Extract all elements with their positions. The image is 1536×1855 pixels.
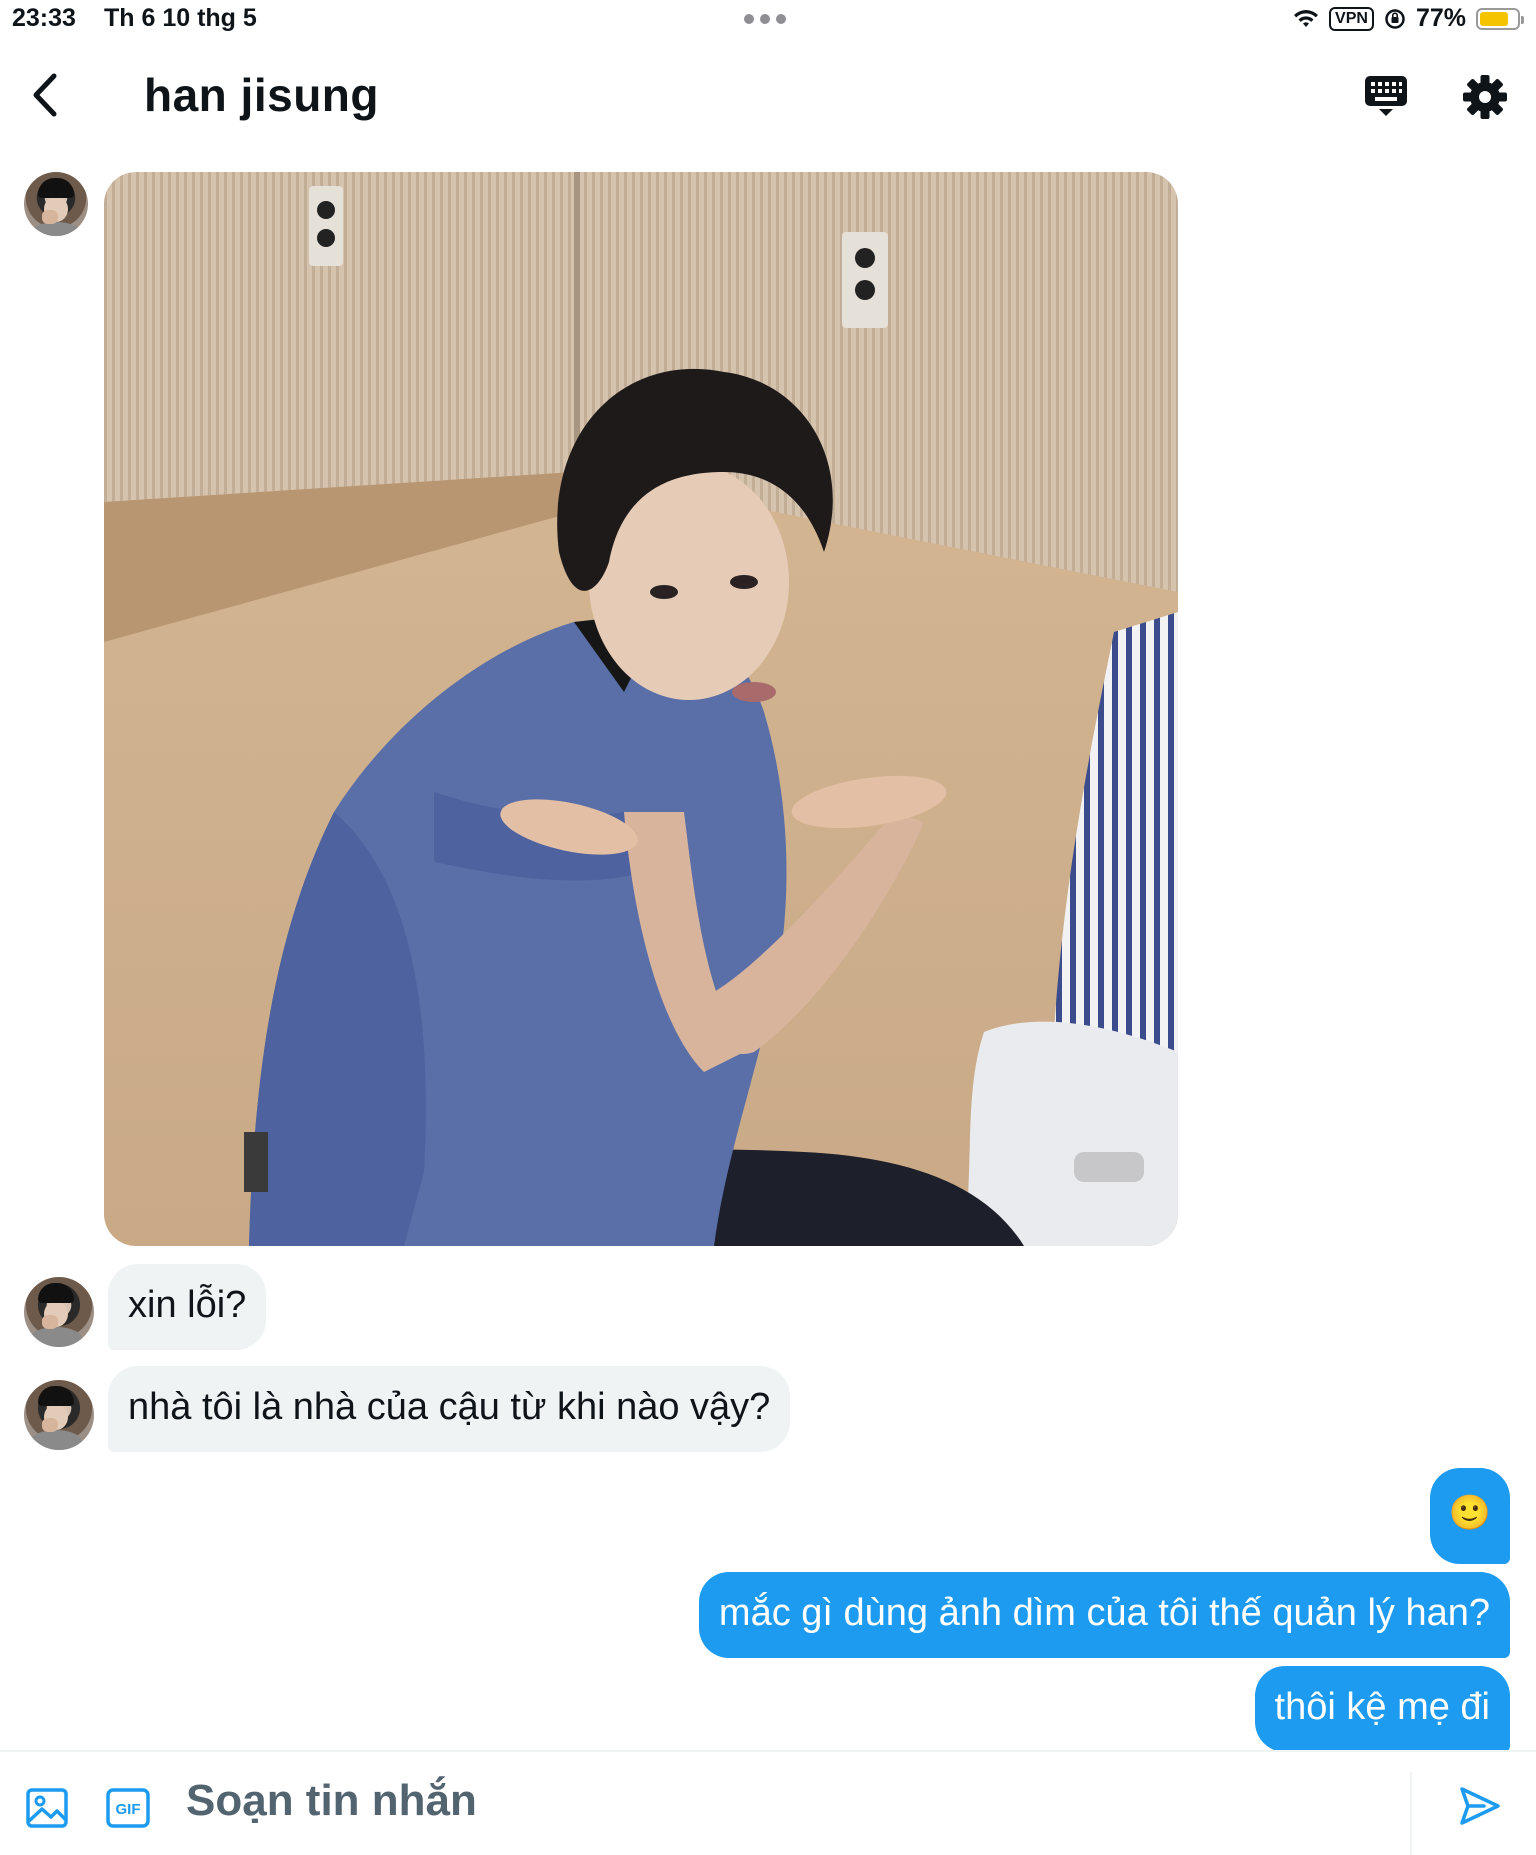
back-arrow-icon[interactable]: [26, 72, 66, 118]
wifi-icon: [1294, 9, 1319, 27]
status-date: Th 6 10 thg 5: [104, 4, 257, 32]
conversation-title[interactable]: han jisung: [144, 68, 379, 122]
photo-image: [104, 172, 1178, 1246]
smile-emoji: 🙂: [1448, 1494, 1492, 1532]
status-indicators: VPN 77%: [1293, 4, 1524, 33]
gif-label: GIF: [116, 1801, 141, 1818]
compose-message-input[interactable]: Soạn tin nhắn: [186, 1776, 477, 1826]
battery-icon: [1476, 7, 1524, 30]
sender-avatar[interactable]: [24, 1277, 94, 1347]
send-icon[interactable]: [1458, 1784, 1502, 1828]
gif-icon[interactable]: GIF: [106, 1788, 150, 1828]
vpn-badge: VPN: [1329, 6, 1374, 31]
sent-emoji-message[interactable]: 🙂: [1430, 1468, 1510, 1564]
message-composer: GIF Soạn tin nhắn: [0, 1750, 1536, 1855]
image-icon[interactable]: [26, 1788, 68, 1828]
multitasking-dots-icon[interactable]: [744, 14, 786, 24]
orientation-lock-icon: [1385, 8, 1405, 29]
keyboard-icon[interactable]: [1364, 74, 1408, 118]
received-message[interactable]: xin lỗi?: [108, 1264, 267, 1350]
settings-gear-icon[interactable]: [1462, 74, 1508, 120]
composer-divider: [1410, 1772, 1412, 1855]
status-bar: 23:33 Th 6 10 thg 5 VPN 77%: [0, 0, 1536, 40]
photo-message[interactable]: [104, 172, 1178, 1246]
status-time: 23:33: [12, 4, 76, 32]
received-message[interactable]: nhà tôi là nhà của cậu từ khi nào vậy?: [108, 1366, 791, 1452]
conversation-header: han jisung: [0, 50, 1536, 140]
sent-message[interactable]: thôi kệ mẹ đi: [1254, 1666, 1510, 1752]
battery-percent: 77%: [1415, 4, 1466, 32]
sender-avatar[interactable]: [24, 1380, 94, 1450]
battery-level: [1480, 11, 1508, 26]
sent-message[interactable]: mắc gì dùng ảnh dìm của tôi thế quản lý …: [698, 1572, 1510, 1658]
sender-avatar[interactable]: [24, 172, 88, 236]
